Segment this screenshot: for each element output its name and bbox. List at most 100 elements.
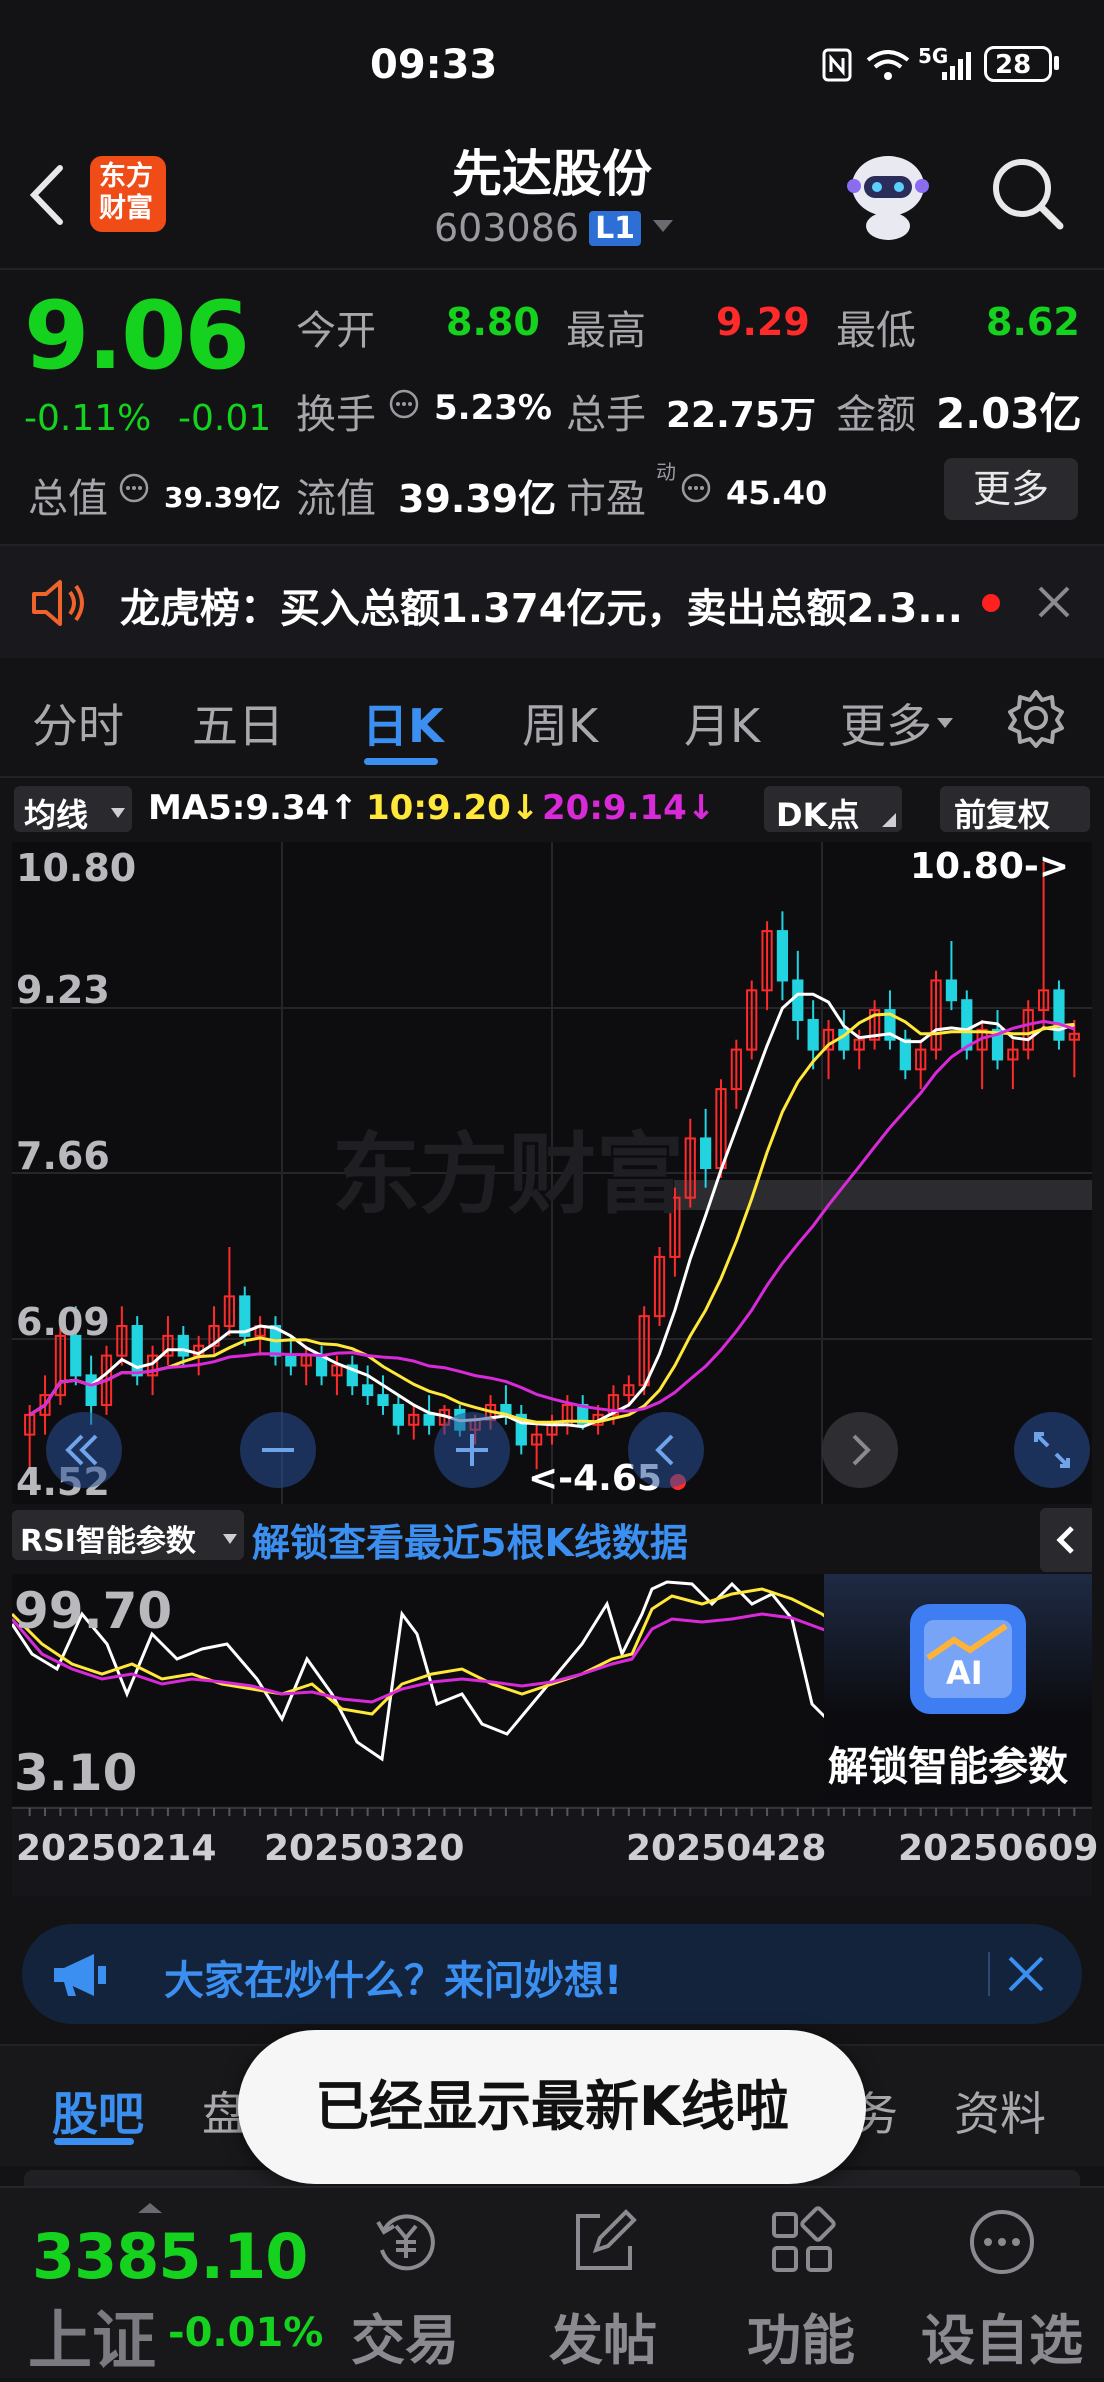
double-chevron-left-icon [65,1434,98,1466]
tab-daily-k[interactable]: 日K [362,690,444,756]
tab-intraday[interactable]: 分时 [32,690,124,756]
caret-down-icon [651,218,675,238]
ma-select[interactable]: 均线 [14,786,132,834]
rsi-y-bottom: 3.10 [14,1744,138,1802]
stock-code: 603086 [434,206,580,250]
y-label-1: 10.80 [16,846,137,890]
toast-text: 已经显示最新K线啦 [315,2075,789,2138]
more-button-label: 更多 [972,467,1049,511]
watermark: 东方财富 [332,1123,685,1226]
ai-icon-label: AI [946,1654,983,1692]
level-badge: L1 [589,210,642,246]
index-change: -0.01% [168,2310,324,2356]
more-button[interactable]: 更多 [944,458,1078,520]
speaker-icon [28,578,88,632]
zoom-out-button[interactable] [240,1412,316,1488]
ma-select-label: 均线 [24,796,89,834]
stock-code-row[interactable]: 603086 L1 [434,206,675,250]
unread-dot [982,594,1000,612]
nav-add-watchlist[interactable]: 设自选 [912,2200,1092,2372]
scroll-left-button[interactable] [628,1412,704,1488]
settings-gear-icon[interactable] [1006,688,1066,752]
candle-body [961,999,973,1051]
rsi-select[interactable]: RSI智能参数 [12,1510,244,1560]
close-icon[interactable] [1006,1954,1046,1998]
candle-body [362,1384,374,1397]
candle-body [392,1403,404,1426]
x-ticks [12,1807,1092,1816]
index-value: 3385.10 [32,2220,308,2293]
nav-trade[interactable]: 交易 [330,2200,480,2372]
scroll-right-button[interactable] [822,1412,898,1488]
info-dots-icon[interactable] [680,472,712,508]
caret-down-icon [110,804,126,823]
info-dots-icon[interactable] [118,472,150,508]
chevron-left-icon [1056,1526,1074,1554]
notice-bar[interactable]: 龙虎榜：买入总额1.374亿元，卖出总额2.3... [0,546,1104,658]
caret-up-icon [136,2200,164,2219]
candle-body [899,1038,911,1071]
dk-point-button[interactable]: DK点 [764,786,902,834]
adjust-button[interactable]: 前复权 [940,786,1090,834]
nav-add-watchlist-label: 设自选 [921,2309,1083,2372]
kline-chart[interactable]: 东方财富 10.80 9.23 7.66 6.09 4.52 10.80-> <… [12,842,1092,1504]
header-divider [0,268,1104,270]
more-dots-icon [970,2210,1034,2274]
candle-body [85,1374,97,1406]
pe-value: 45.40 [726,474,828,512]
tabs-divider [0,776,1104,778]
turnover-label: 换手 [296,392,376,438]
assistant-robot-icon[interactable] [840,146,936,242]
tab-five-day[interactable]: 五日 [192,690,284,756]
battery-level: 28 [995,50,1032,80]
index-ticker[interactable]: 3385.10 上证 -0.01% [14,2200,323,2379]
info-dots-icon[interactable] [388,388,420,424]
grid-icon [772,2206,836,2272]
volume-value: 22.75万 [666,395,816,436]
zoom-in-button[interactable] [434,1412,510,1488]
low-value: 8.62 [986,300,1080,344]
float-value-label: 流值 [296,476,376,522]
rsi-select-label: RSI智能参数 [20,1524,196,1559]
fullscreen-button[interactable] [1014,1412,1090,1488]
candle-body [377,1394,389,1406]
tab-more-label: 更多 [840,699,932,753]
tab-monthly-k[interactable]: 月K [684,690,760,756]
tab-more[interactable]: 更多 [840,690,954,756]
x-axis: 20250214 20250320 20250428 20250609 [12,1806,1098,1896]
ma5-value: MA5:9.34↑ [148,788,358,828]
total-value: 39.39亿 [164,481,281,514]
ma10-value: 10:9.20↓ [366,788,540,828]
tab-ziliao[interactable]: 资料 [954,2078,1046,2144]
wifi-icon [864,48,912,86]
rsi-unlock-link[interactable]: 解锁查看最近5根K线数据 [252,1512,688,1567]
rsi-chart[interactable]: 99.70 3.10 AI 解锁智能参数 [10,1574,1092,1806]
candle-body [1053,989,1065,1041]
expand-icon [1034,1432,1070,1468]
ai-unlock-panel[interactable]: AI 解锁智能参数 [824,1574,1092,1806]
scroll-far-left-button[interactable] [46,1412,122,1488]
nav-post[interactable]: 发帖 [528,2200,678,2372]
ai-unlock-text: 解锁智能参数 [828,1744,1068,1790]
ask-banner[interactable]: 大家在炒什么？来问妙想! [22,1924,1082,2024]
close-icon[interactable] [1036,584,1072,624]
ma20-value: 20:9.14↓ [542,788,716,828]
x-date-4: 20250609 [898,1828,1099,1869]
float-value: 39.39亿 [398,477,557,521]
edit-icon [576,2209,637,2270]
high-label: 最高 [566,308,646,354]
tab-weekly-k[interactable]: 周K [522,690,598,756]
caret-down-icon [936,714,954,733]
pe-dynamic-sup: 动 [656,460,676,484]
search-icon[interactable] [990,156,1066,236]
collapse-panel-button[interactable] [1040,1508,1092,1572]
chevron-left-icon [655,1434,674,1466]
tab-guba[interactable]: 股吧 [52,2078,144,2144]
signal-icon [940,48,976,86]
y-label-4: 6.09 [16,1300,110,1344]
x-date-1: 20250214 [16,1828,217,1869]
adjust-label: 前复权 [954,796,1051,834]
nav-functions[interactable]: 功能 [726,2200,876,2372]
notice-text: 龙虎榜：买入总额1.374亿元，卖出总额2.3... [120,586,963,632]
change-pct: -0.11% [24,398,152,439]
